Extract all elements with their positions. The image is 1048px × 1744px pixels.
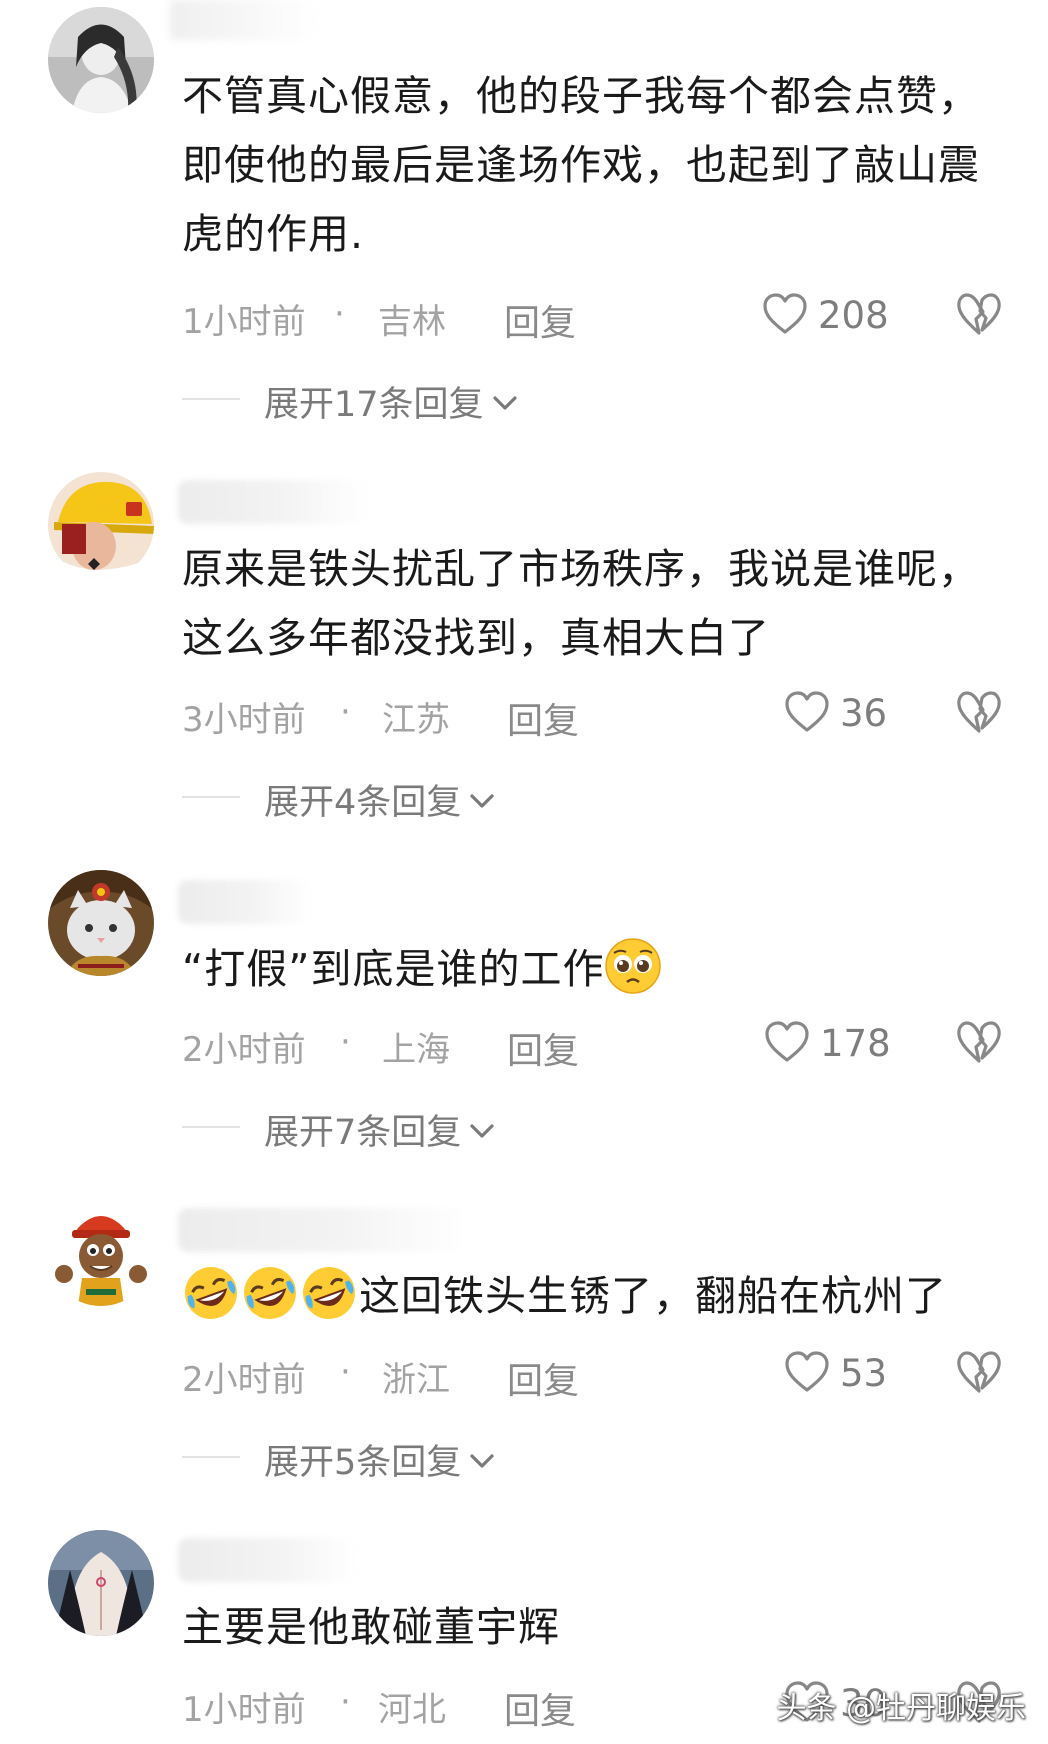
broken-heart-icon[interactable] — [956, 292, 1002, 338]
comment-location: 江苏 — [382, 700, 450, 740]
like-count: 36 — [840, 692, 888, 735]
blurred-username — [178, 1208, 468, 1252]
meta-separator: · — [340, 1682, 351, 1722]
comment-text: 主要是他敢碰董宇辉 — [182, 1603, 560, 1651]
reply-button[interactable]: 回复 — [507, 1022, 579, 1074]
rolling-laughing-emoji — [244, 1267, 296, 1319]
comment-time: 1小时前 — [182, 1690, 306, 1730]
broken-heart-icon[interactable] — [956, 690, 1002, 736]
comment-text: 不管真心假意，他的段子我每个都会点赞，即使他的最后是逢场作戏，也起到了敲山震虎的… — [182, 72, 980, 258]
like-count: 178 — [820, 1022, 891, 1065]
divider-line — [182, 398, 240, 400]
like-group: 36 — [784, 688, 1002, 738]
blurred-username-top — [170, 0, 320, 40]
expand-replies-label: 展开17条回复 — [264, 376, 518, 427]
avatar[interactable] — [48, 7, 154, 113]
heart-outline-icon[interactable] — [784, 690, 830, 734]
avatar[interactable] — [48, 1200, 154, 1306]
like-group: 178 — [764, 1018, 1002, 1068]
chevron-down-icon — [492, 396, 517, 410]
watermark: 头条 @牡丹聊娱乐 — [776, 1691, 1026, 1726]
expand-label-text: 展开7条回复 — [264, 1113, 462, 1153]
expand-replies-label: 展开5条回复 — [264, 1434, 495, 1485]
heart-outline-icon[interactable] — [784, 1350, 830, 1394]
expand-label-text: 展开17条回复 — [264, 385, 484, 425]
like-group: 208 — [762, 290, 1002, 340]
chevron-down-icon — [470, 794, 494, 808]
avatar[interactable] — [48, 870, 154, 976]
broken-heart-icon[interactable] — [956, 1020, 1002, 1066]
comment-text: 这回铁头生锈了，翻船在杭州了 — [182, 1262, 1012, 1331]
comment-meta: 3小时前 · 江苏 回复 36 — [182, 688, 1002, 742]
comment-text-content: 这回铁头生锈了，翻船在杭州了 — [359, 1272, 947, 1320]
divider-line — [182, 796, 240, 798]
comment-location: 吉林 — [378, 302, 446, 342]
meta-separator: · — [340, 1352, 351, 1392]
comment-time: 2小时前 — [182, 1360, 306, 1400]
broken-heart-icon[interactable] — [956, 1350, 1002, 1396]
expand-label-text: 展开5条回复 — [264, 1443, 462, 1483]
chevron-down-icon — [470, 1454, 494, 1468]
reply-button[interactable]: 回复 — [507, 692, 579, 744]
meta-separator: · — [334, 294, 345, 334]
comment-location: 河北 — [378, 1690, 446, 1730]
blurred-username — [178, 880, 313, 924]
heart-outline-icon[interactable] — [764, 1020, 810, 1064]
divider-line — [182, 1126, 240, 1128]
divider-line — [182, 1456, 240, 1458]
avatar[interactable] — [48, 1530, 154, 1636]
like-group: 53 — [784, 1348, 1002, 1398]
reply-button[interactable]: 回复 — [504, 1682, 576, 1734]
comment-location: 上海 — [382, 1030, 450, 1070]
reply-button[interactable]: 回复 — [504, 294, 576, 346]
pleading-face-emoji — [605, 938, 662, 994]
comment-time: 2小时前 — [182, 1030, 306, 1070]
comment-text: “打假”到底是谁的工作 — [182, 935, 1012, 1004]
chevron-down-icon — [470, 1124, 494, 1138]
comment-meta: 1小时前 · 吉林 回复 208 — [182, 290, 1002, 344]
expand-replies-label: 展开7条回复 — [264, 1104, 495, 1155]
expand-replies-label: 展开4条回复 — [264, 774, 495, 825]
rolling-laughing-emoji — [303, 1267, 355, 1319]
reply-button[interactable]: 回复 — [507, 1352, 579, 1404]
comment-meta: 2小时前 · 上海 回复 178 — [182, 1018, 1002, 1072]
meta-separator: · — [340, 692, 351, 732]
comment-time: 3小时前 — [182, 700, 306, 740]
comment-time: 1小时前 — [182, 302, 306, 342]
comment-text: 原来是铁头扰乱了市场秩序，我说是谁呢，这么多年都没找到，真相大白了 — [182, 545, 980, 662]
blurred-username — [178, 480, 368, 524]
avatar[interactable] — [48, 472, 154, 578]
like-count: 208 — [818, 294, 889, 337]
like-count: 53 — [840, 1352, 888, 1395]
comment-text-content: “打假”到底是谁的工作 — [182, 945, 605, 993]
comment-location: 浙江 — [382, 1360, 450, 1400]
comment-meta: 2小时前 · 浙江 回复 53 — [182, 1348, 1002, 1402]
rolling-laughing-emoji — [185, 1267, 237, 1319]
meta-separator: · — [340, 1022, 351, 1062]
heart-outline-icon[interactable] — [762, 292, 808, 336]
expand-label-text: 展开4条回复 — [264, 783, 462, 823]
blurred-username — [178, 1538, 358, 1582]
